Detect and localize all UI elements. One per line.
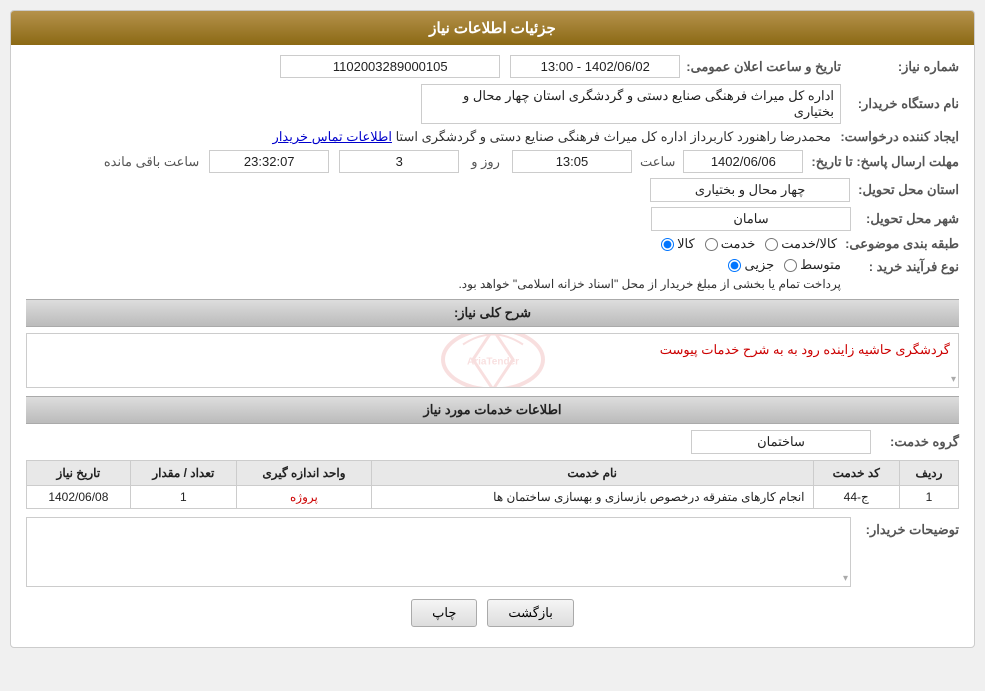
services-table: ردیف کد خدمت نام خدمت واحد اندازه گیری ت…	[26, 460, 959, 509]
province-label: استان محل تحویل:	[858, 182, 959, 198]
radio-kala-khadamat-label: کالا/خدمت	[781, 236, 837, 252]
radio-kala-khadamat[interactable]	[765, 238, 778, 251]
cell-unit: پروژه	[237, 486, 372, 509]
radio-kala-khadamat-item[interactable]: کالا/خدمت	[765, 236, 837, 252]
page-title: جزئیات اطلاعات نیاز	[429, 20, 556, 37]
announce-value: 1402/06/02 - 13:00	[510, 55, 680, 78]
radio-khadamat-label: خدمت	[721, 236, 756, 252]
purchase-type-note: پرداخت تمام یا بخشی از مبلغ خریدار از مح…	[458, 277, 841, 291]
col-service-name: نام خدمت	[371, 461, 813, 486]
buyer-org-value: اداره کل میراث فرهنگی صنایع دستی و گردشگ…	[421, 84, 841, 124]
cell-quantity: 1	[130, 486, 236, 509]
radio-mottavaset[interactable]	[784, 259, 797, 272]
deadline-date: 1402/06/06	[683, 150, 803, 173]
day-label: روز و	[471, 154, 500, 170]
service-group-label: گروه خدمت:	[879, 434, 959, 450]
province-value: چهار محال و بختیاری	[650, 178, 850, 202]
description-box: AriaTender گردشگری حاشیه زاینده رود به ب…	[26, 333, 959, 388]
creator-label: ایجاد کننده درخواست:	[839, 129, 959, 145]
creator-value: محمدرضا راهنورد کاربرداز اداره کل میراث …	[396, 129, 831, 145]
col-date: تاریخ نیاز	[27, 461, 131, 486]
request-number-label: شماره نیاز:	[869, 59, 959, 75]
svg-text:AriaTender: AriaTender	[466, 356, 518, 367]
buyer-org-label: نام دستگاه خریدار:	[849, 96, 959, 112]
cell-row-num: 1	[899, 486, 958, 509]
radio-mottavaset-item[interactable]: متوسط	[784, 257, 841, 273]
description-section-header: شرح کلی نیاز:	[26, 299, 959, 327]
time-label: ساعت	[640, 154, 675, 170]
service-group-value: ساختمان	[691, 430, 871, 454]
announce-label: تاریخ و ساعت اعلان عمومی:	[686, 59, 841, 75]
description-value: گردشگری حاشیه زاینده رود به به شرح خدمات…	[660, 342, 950, 357]
radio-khadamat[interactable]	[705, 238, 718, 251]
print-button[interactable]: چاپ	[411, 599, 477, 627]
time-remaining: 23:32:07	[209, 150, 329, 173]
radio-jozvi-label: جزیی	[744, 257, 774, 273]
purchase-type-radio-group: متوسط جزیی	[728, 257, 841, 273]
buyer-desc-label: توضیحات خریدار:	[859, 517, 959, 538]
radio-khadamat-item[interactable]: خدمت	[705, 236, 756, 252]
cell-name: انجام کارهای متفرقه درخصوص بازسازی و بهس…	[371, 486, 813, 509]
table-row: 1 ج-44 انجام کارهای متفرقه درخصوص بازساز…	[27, 486, 959, 509]
back-button[interactable]: بازگشت	[487, 599, 573, 627]
radio-jozvi-item[interactable]: جزیی	[728, 257, 774, 273]
remaining-label: ساعت باقی مانده	[104, 154, 199, 170]
cell-code: ج-44	[813, 486, 899, 509]
reply-deadline-label: مهلت ارسال پاسخ: تا تاریخ:	[811, 154, 959, 170]
radio-kala-item[interactable]: کالا	[661, 236, 695, 252]
col-service-code: کد خدمت	[813, 461, 899, 486]
radio-mottavaset-label: متوسط	[800, 257, 841, 273]
watermark-logo: AriaTender	[433, 333, 553, 388]
city-label: شهر محل تحویل:	[859, 211, 959, 227]
radio-kala-label: کالا	[677, 236, 695, 252]
city-value: سامان	[651, 207, 851, 231]
days-remaining: 3	[339, 150, 459, 173]
col-quantity: تعداد / مقدار	[130, 461, 236, 486]
category-label: طبقه بندی موضوعی:	[845, 236, 959, 252]
radio-jozvi[interactable]	[728, 259, 741, 272]
request-number-value: 1102003289000105	[280, 55, 500, 78]
radio-kala[interactable]	[661, 238, 674, 251]
bottom-buttons: بازگشت چاپ	[26, 599, 959, 637]
cell-date: 1402/06/08	[27, 486, 131, 509]
col-unit: واحد اندازه گیری	[237, 461, 372, 486]
page-header: جزئیات اطلاعات نیاز	[11, 11, 974, 45]
col-row-num: ردیف	[899, 461, 958, 486]
category-radio-group: کالا/خدمت خدمت کالا	[661, 236, 837, 252]
creator-contact-link[interactable]: اطلاعات تماس خریدار	[273, 129, 392, 145]
buyer-desc-box: ▾	[26, 517, 851, 587]
purchase-type-label: نوع فرآیند خرید :	[849, 257, 959, 275]
deadline-time: 13:05	[512, 150, 632, 173]
services-section-header: اطلاعات خدمات مورد نیاز	[26, 396, 959, 424]
